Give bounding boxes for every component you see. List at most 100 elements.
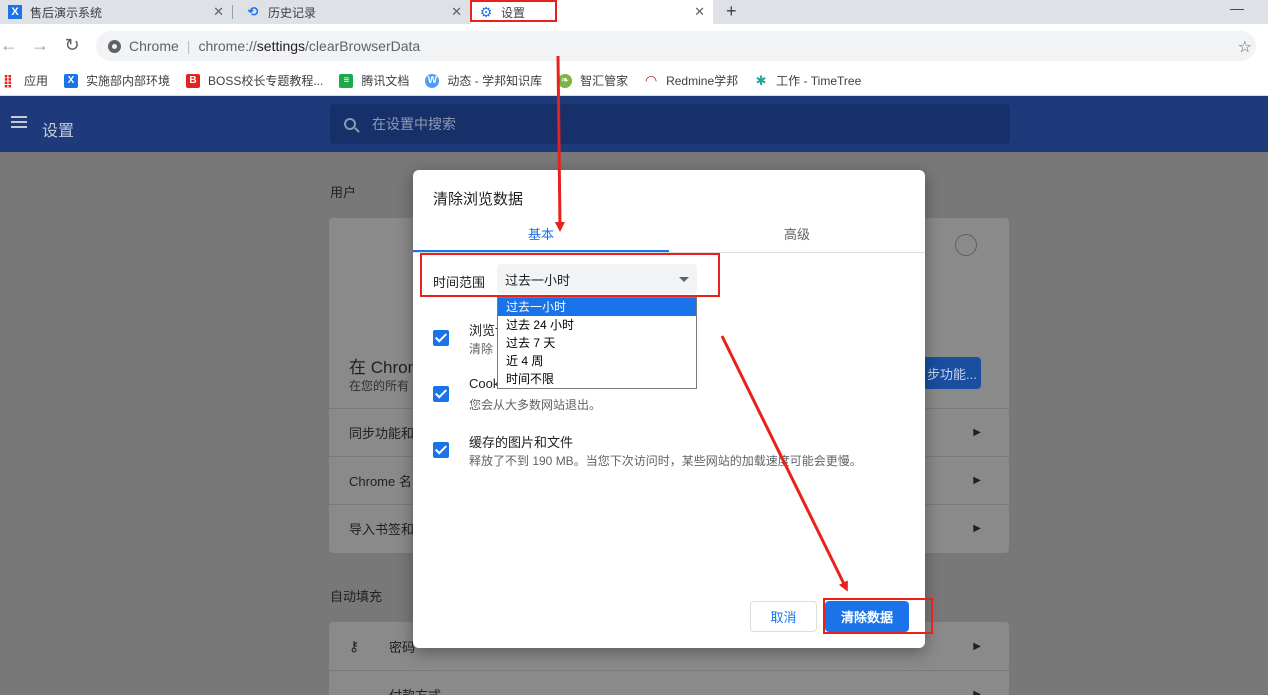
tab-separator	[232, 5, 233, 19]
close-icon[interactable]: ✕	[694, 4, 705, 20]
clear-data-button[interactable]: 清除数据	[825, 601, 909, 632]
bookmark-timetree[interactable]: ✱ 工作 - TimeTree	[754, 72, 862, 89]
settings-row-payments[interactable]: ▬ 付款方式 ▶	[329, 670, 1009, 695]
timetree-icon: ✱	[755, 72, 767, 88]
gear-icon: ⚙	[479, 3, 493, 20]
row-label: Chrome 名	[349, 474, 412, 489]
tab-advanced[interactable]: 高级	[669, 224, 925, 243]
bookmark-apps[interactable]: ⣿ 应用	[0, 72, 48, 89]
browser-toolbar: ← → ↻ Chrome | chrome://settings/clearBr…	[0, 24, 1268, 66]
card-subheading: 在您的所有	[349, 379, 410, 393]
item-title: Cook	[469, 376, 500, 391]
chevron-right-icon: ▶	[973, 689, 981, 695]
tab-after-sales-demo[interactable]: X 售后演示系统 ✕	[0, 0, 233, 24]
tab-label: 售后演示系统	[30, 5, 103, 20]
bookmark-redmine[interactable]: ◠ Redmine学邦	[644, 72, 738, 89]
time-range-option[interactable]: 过去一小时	[498, 298, 696, 316]
redmine-icon: ◠	[645, 72, 657, 88]
time-range-option[interactable]: 过去 24 小时	[498, 316, 696, 334]
cached-files-checkbox[interactable]	[433, 442, 449, 458]
omnibox-path: /clearBrowserData	[305, 38, 421, 54]
forward-icon[interactable]: →	[27, 32, 53, 58]
bookmark-label: 工作 - TimeTree	[776, 74, 862, 88]
key-icon: ⚷	[349, 637, 360, 654]
bookmarks-bar: ⣿ 应用 X 实施部内部环境 B BOSS校长专题教程... ≡ 腾讯文档 W …	[0, 66, 1268, 96]
chevron-right-icon: ▶	[973, 640, 981, 652]
wiki-icon: W	[425, 73, 440, 88]
turn-on-sync-button[interactable]: 步功能...	[925, 357, 981, 389]
bookmark-label: Redmine学邦	[666, 74, 739, 88]
card-heading: 在 Chrom	[349, 358, 422, 377]
settings-header: 设置 在设置中搜索	[0, 96, 1268, 152]
bookmark-boss[interactable]: B BOSS校长专题教程...	[186, 72, 323, 89]
cookies-checkbox[interactable]	[433, 386, 449, 402]
bookmark-star-icon[interactable]: ☆	[1238, 37, 1252, 57]
chevron-down-icon	[679, 277, 689, 282]
time-range-select[interactable]: 过去一小时	[497, 264, 697, 294]
close-icon[interactable]: ✕	[213, 4, 224, 20]
row-label: 密码	[389, 639, 416, 655]
credit-card-icon: ▬	[349, 686, 363, 695]
omnibox-scheme: chrome://	[198, 38, 257, 54]
close-icon[interactable]: ✕	[451, 4, 462, 20]
x-logo-icon: X	[64, 73, 79, 88]
bookmark-label: 动态 - 学邦知识库	[447, 74, 543, 88]
back-icon[interactable]: ←	[0, 32, 22, 58]
menu-icon[interactable]	[11, 116, 27, 128]
row-label: 导入书签和	[349, 522, 415, 537]
tab-basic[interactable]: 基本	[413, 224, 669, 243]
tab-strip: X 售后演示系统 ✕ ⟲ 历史记录 ✕ ⚙ 设置 ✕ + —	[0, 0, 1268, 24]
boss-logo-icon: B	[186, 73, 201, 88]
omnibox-origin: Chrome	[129, 38, 179, 54]
leaf-icon: ❧	[558, 73, 573, 88]
chevron-right-icon: ▶	[973, 475, 981, 486]
tab-label: 历史记录	[268, 5, 317, 20]
time-range-option[interactable]: 过去 7 天	[498, 334, 696, 352]
avatar-icon	[955, 234, 977, 256]
item-subtitle: 您会从大多数网站退出。	[469, 398, 602, 412]
tab-history[interactable]: ⟲ 历史记录 ✕	[238, 0, 470, 24]
row-label: 付款方式	[389, 685, 441, 695]
search-icon	[344, 118, 356, 130]
doc-icon: ≡	[339, 73, 354, 88]
section-autofill-label: 自动填充	[330, 589, 383, 604]
time-range-dropdown: 过去一小时 过去 24 小时 过去 7 天 近 4 周 时间不限	[497, 297, 697, 389]
time-range-option[interactable]: 时间不限	[498, 370, 696, 388]
address-bar[interactable]: Chrome | chrome://settings/clearBrowserD…	[96, 31, 1256, 61]
bookmark-label: BOSS校长专题教程...	[208, 74, 324, 88]
minimize-icon[interactable]: —	[1230, 0, 1244, 16]
omnibox-divider: |	[186, 38, 191, 54]
omnibox-host: settings	[256, 38, 306, 54]
dialog-title: 清除浏览数据	[433, 191, 524, 208]
chevron-right-icon: ▶	[973, 427, 981, 438]
bookmark-label: 腾讯文档	[361, 74, 410, 88]
bookmark-impl-env[interactable]: X 实施部内部环境	[64, 72, 170, 89]
settings-search-input[interactable]: 在设置中搜索	[330, 104, 1010, 144]
new-tab-icon[interactable]: +	[726, 1, 737, 22]
tab-settings[interactable]: ⚙ 设置 ✕	[471, 0, 713, 24]
time-range-option[interactable]: 近 4 周	[498, 352, 696, 370]
x-logo-icon: X	[8, 5, 22, 19]
reload-icon[interactable]: ↻	[59, 32, 85, 58]
tab-label: 设置	[501, 5, 526, 20]
settings-title: 设置	[42, 123, 75, 140]
bookmark-label: 实施部内部环境	[86, 74, 171, 88]
item-subtitle: 清除	[469, 342, 494, 356]
bookmark-label: 智汇管家	[580, 74, 629, 88]
cancel-button[interactable]: 取消	[750, 601, 817, 632]
history-icon: ⟲	[247, 4, 259, 19]
bookmark-knowledge-base[interactable]: W 动态 - 学邦知识库	[425, 72, 542, 89]
time-range-value: 过去一小时	[505, 272, 571, 288]
item-title: 缓存的图片和文件	[469, 435, 574, 450]
bookmark-tencent-docs[interactable]: ≡ 腾讯文档	[339, 72, 409, 89]
apps-grid-icon: ⣿	[2, 72, 14, 88]
clear-browsing-data-dialog: 清除浏览数据 基本 高级 时间范围 过去一小时 过去一小时 过去 24 小时 过…	[413, 170, 925, 648]
bookmark-label: 应用	[24, 74, 49, 88]
section-users-label: 用户	[330, 185, 357, 200]
tab-divider	[413, 252, 925, 253]
row-label: 同步功能和	[349, 426, 415, 441]
search-placeholder: 在设置中搜索	[372, 116, 456, 132]
time-range-label: 时间范围	[433, 275, 486, 290]
bookmark-zhihui[interactable]: ❧ 智汇管家	[558, 72, 628, 89]
browsing-history-checkbox[interactable]	[433, 330, 449, 346]
